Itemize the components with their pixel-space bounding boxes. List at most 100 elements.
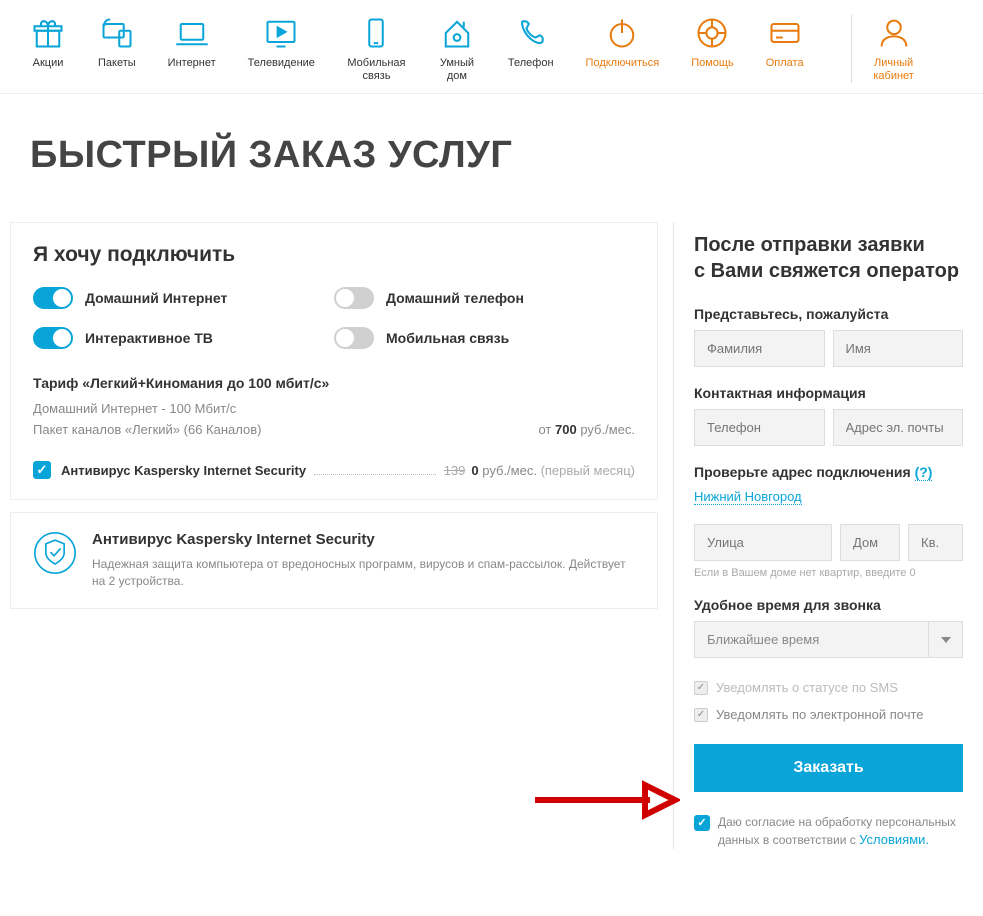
addon-price: 139 0 руб./мес. (первый месяц) <box>444 463 635 478</box>
city-link[interactable]: Нижний Новгород <box>694 489 802 505</box>
price-prefix: от <box>538 422 555 437</box>
toggle-switch[interactable] <box>334 327 374 349</box>
toggle-switch[interactable] <box>334 287 374 309</box>
tariff-line-1: Домашний Интернет - 100 Мбит/с <box>33 401 635 416</box>
apartment-input[interactable] <box>908 524 963 561</box>
label-name: Представьтесь, пожалуйста <box>694 306 963 322</box>
tariff-title: Тариф «Легкий+Киномания до 100 мбит/с» <box>33 375 635 391</box>
street-input[interactable] <box>694 524 832 561</box>
nav-item-card[interactable]: Оплата <box>766 15 804 83</box>
nav-label: Интернет <box>168 57 216 70</box>
toggle-switch[interactable] <box>33 287 73 309</box>
tv-icon <box>263 15 299 51</box>
connect-heading: Я хочу подключить <box>33 243 635 267</box>
phone-icon <box>513 15 549 51</box>
laptop-icon <box>174 15 210 51</box>
info-desc: Надежная защита компьютера от вредоносны… <box>92 556 635 590</box>
nav-item-user[interactable]: Личный кабинет <box>866 15 921 83</box>
tariff-row: Пакет каналов «Легкий» (66 Каналов) от 7… <box>33 422 635 443</box>
label-contact: Контактная информация <box>694 385 963 401</box>
notify-email-label: Уведомлять по электронной почте <box>716 707 924 722</box>
nav-label: Мобильная связь <box>347 57 406 83</box>
order-button[interactable]: Заказать <box>694 744 963 792</box>
notify-sms-checkbox[interactable] <box>694 681 708 695</box>
toggle-switch[interactable] <box>33 327 73 349</box>
tariff-price: от 700 руб./мес. <box>538 422 635 443</box>
nav-label: Телефон <box>508 57 554 70</box>
order-form: После отправки заявки с Вами свяжется опе… <box>673 222 973 849</box>
tariff-line-2: Пакет каналов «Легкий» (66 Каналов) <box>33 422 261 437</box>
top-nav: Акции Пакеты Интернет Телевидение Мобильная … <box>0 0 983 94</box>
nav-item-lifebuoy[interactable]: Помощь <box>691 15 734 83</box>
nav-item-mobile[interactable]: Мобильная связь <box>347 15 406 83</box>
email-input[interactable] <box>833 409 964 446</box>
form-title-line1: После отправки заявки <box>694 234 925 256</box>
firstname-input[interactable] <box>833 330 964 367</box>
addon-row: Антивирус Kaspersky Internet Security 13… <box>33 461 635 479</box>
home-icon <box>439 15 475 51</box>
nav-label: Подключиться <box>586 57 660 70</box>
toggle-label: Домашний телефон <box>386 290 524 306</box>
nav-divider <box>851 15 852 83</box>
house-input[interactable] <box>840 524 900 561</box>
toggle-item: Домашний телефон <box>334 287 635 309</box>
form-title-line2: с Вами свяжется оператор <box>694 260 959 282</box>
label-time: Удобное время для звонка <box>694 597 963 613</box>
toggle-label: Интерактивное ТВ <box>85 330 213 346</box>
label-address: Проверьте адрес подключения (?) <box>694 464 963 480</box>
addon-unit: руб./мес. <box>479 463 541 478</box>
toggle-item: Интерактивное ТВ <box>33 327 334 349</box>
info-title: Антивирус Kaspersky Internet Security <box>92 531 635 548</box>
nav-label: Помощь <box>691 57 734 70</box>
notify-email-row[interactable]: Уведомлять по электронной почте <box>694 707 963 722</box>
mobile-icon <box>358 15 394 51</box>
lastname-input[interactable] <box>694 330 825 367</box>
consent-text: Даю согласие на обработку персональных д… <box>718 814 963 849</box>
notify-sms-row[interactable]: Уведомлять о статусе по SMS <box>694 680 963 695</box>
nav-label: Личный кабинет <box>866 57 921 83</box>
nav-item-laptop[interactable]: Интернет <box>168 15 216 83</box>
nav-item-gift[interactable]: Акции <box>30 15 66 83</box>
left-column: Я хочу подключить Домашний ИнтернетДомаш… <box>10 222 658 849</box>
toggle-label: Домашний Интернет <box>85 290 227 306</box>
user-icon <box>876 15 912 51</box>
tariff-block: Тариф «Легкий+Киномания до 100 мбит/с» Д… <box>33 375 635 479</box>
power-icon <box>604 15 640 51</box>
phone-input[interactable] <box>694 409 825 446</box>
notify-sms-label: Уведомлять о статусе по SMS <box>716 680 898 695</box>
page-title: БЫСТРЫЙ ЗАКАЗ УСЛУГ <box>0 94 983 222</box>
notify-email-checkbox[interactable] <box>694 708 708 722</box>
label-address-text: Проверьте адрес подключения <box>694 464 911 480</box>
nav-label: Умный дом <box>438 57 476 83</box>
toggles-row: Домашний Интернет Домашний телефон Интерак… <box>33 287 635 367</box>
addon-note: (первый месяц) <box>541 463 635 478</box>
consent-checkbox[interactable] <box>694 815 710 831</box>
nav-item-devices[interactable]: Пакеты <box>98 15 136 83</box>
consent-link[interactable]: Условиями. <box>859 832 929 847</box>
nav-item-tv[interactable]: Телевидение <box>248 15 315 83</box>
main-content: Я хочу подключить Домашний ИнтернетДомаш… <box>0 222 983 849</box>
nav-item-home[interactable]: Умный дом <box>438 15 476 83</box>
card-icon <box>767 15 803 51</box>
nav-item-power[interactable]: Подключиться <box>586 15 660 83</box>
toggle-item: Мобильная связь <box>334 327 635 349</box>
price-value: 700 <box>555 422 577 437</box>
info-panel: Антивирус Kaspersky Internet Security На… <box>10 512 658 609</box>
connect-panel: Я хочу подключить Домашний ИнтернетДомаш… <box>10 222 658 500</box>
addon-checkbox[interactable] <box>33 461 51 479</box>
form-title: После отправки заявки с Вами свяжется опе… <box>694 232 963 284</box>
addon-zero: 0 <box>471 463 478 478</box>
time-dropdown-button[interactable] <box>929 621 963 658</box>
addon-strike: 139 <box>444 463 466 478</box>
addon-name: Антивирус Kaspersky Internet Security <box>61 463 306 478</box>
price-suffix: руб./мес. <box>577 422 635 437</box>
time-select[interactable]: Ближайшее время <box>694 621 929 658</box>
address-hint: Если в Вашем доме нет квартир, введите 0 <box>694 567 963 579</box>
toggle-item: Домашний Интернет <box>33 287 334 309</box>
shield-icon <box>33 531 77 575</box>
nav-label: Оплата <box>766 57 804 70</box>
nav-label: Пакеты <box>98 57 136 70</box>
nav-item-phone[interactable]: Телефон <box>508 15 554 83</box>
address-help-icon[interactable]: (?) <box>915 464 933 481</box>
toggle-label: Мобильная связь <box>386 330 509 346</box>
